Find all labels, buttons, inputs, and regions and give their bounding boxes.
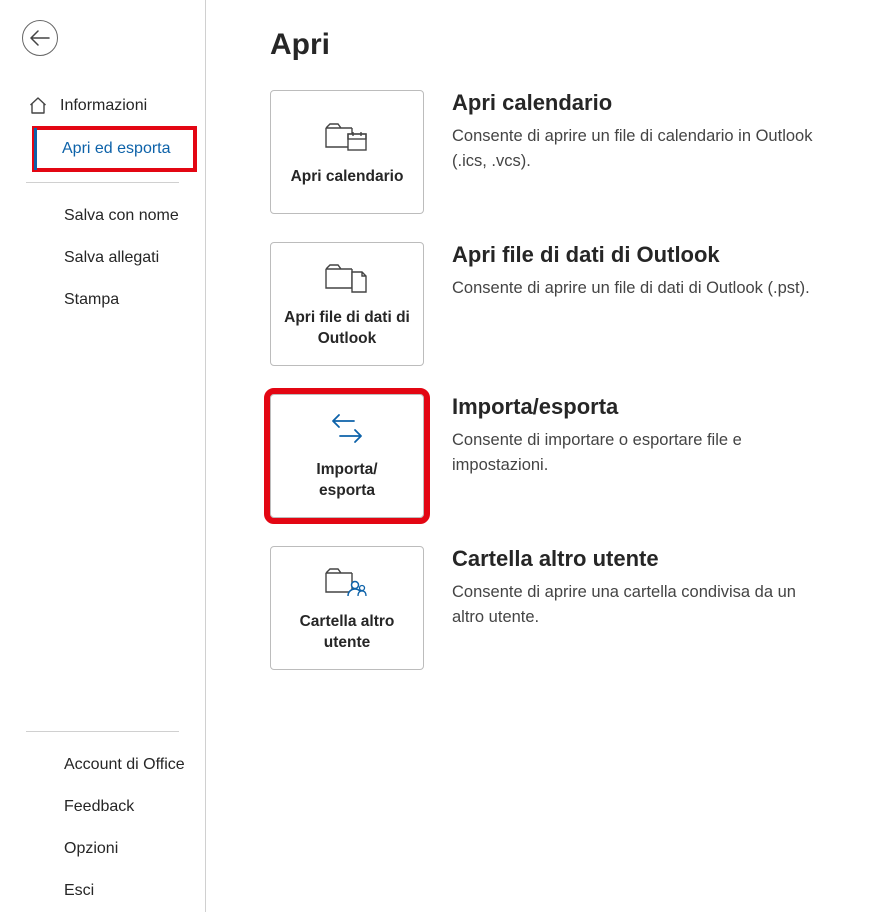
tile-row: Importa/ esporta Importa/esporta Consent…	[270, 394, 845, 518]
tile-description: Apri calendario Consente di aprire un fi…	[452, 90, 845, 174]
sidebar-nav-bottom: Account di Office Feedback Opzioni Esci	[0, 744, 205, 912]
tile-import-export[interactable]: Importa/ esporta	[270, 394, 424, 518]
tile-other-user-folder[interactable]: Cartella altro utente	[270, 546, 424, 670]
main-panel: Apri Apri calendario Apri calendario Con…	[206, 0, 885, 912]
sidebar-item-feedback[interactable]: Feedback	[0, 786, 205, 828]
tile-label: Apri file di dati di Outlook	[281, 308, 413, 350]
page-title: Apri	[270, 28, 845, 62]
sidebar-nav-top: Informazioni Apri ed esporta Salva con n…	[0, 84, 205, 321]
sidebar-item-label: Apri ed esporta	[62, 140, 171, 158]
tile-title: Importa/esporta	[452, 394, 845, 420]
sidebar-item-open-export[interactable]: Apri ed esporta	[34, 128, 195, 170]
arrows-icon	[324, 410, 370, 450]
divider	[26, 182, 179, 183]
tile-text: Consente di aprire un file di calendario…	[452, 124, 832, 174]
tile-label: Apri calendario	[291, 167, 404, 188]
tile-description: Cartella altro utente Consente di aprire…	[452, 546, 845, 630]
tile-title: Apri file di dati di Outlook	[452, 242, 845, 268]
tile-description: Importa/esporta Consente di importare o …	[452, 394, 845, 478]
sidebar-item-label: Account di Office	[64, 756, 185, 774]
tile-description: Apri file di dati di Outlook Consente di…	[452, 242, 845, 301]
sidebar: Informazioni Apri ed esporta Salva con n…	[0, 0, 206, 912]
sidebar-item-label: Esci	[64, 882, 94, 900]
spacer	[0, 321, 205, 719]
divider	[26, 731, 179, 732]
tile-title: Apri calendario	[452, 90, 845, 116]
sidebar-item-label: Salva con nome	[64, 207, 179, 225]
sidebar-item-account[interactable]: Account di Office	[0, 744, 205, 786]
sidebar-item-print[interactable]: Stampa	[0, 279, 205, 321]
tile-text: Consente di aprire una cartella condivis…	[452, 580, 832, 630]
tile-row: Apri calendario Apri calendario Consente…	[270, 90, 845, 214]
folder-user-icon	[324, 562, 370, 602]
tile-open-calendar[interactable]: Apri calendario	[270, 90, 424, 214]
sidebar-item-save-attachments[interactable]: Salva allegati	[0, 237, 205, 279]
sidebar-item-label: Informazioni	[60, 97, 147, 115]
tile-row: Apri file di dati di Outlook Apri file d…	[270, 242, 845, 366]
tile-text: Consente di importare o esportare file e…	[452, 428, 832, 478]
sidebar-item-label: Salva allegati	[64, 249, 159, 267]
sidebar-item-exit[interactable]: Esci	[0, 870, 205, 912]
sidebar-item-options[interactable]: Opzioni	[0, 828, 205, 870]
tile-text: Consente di aprire un file di dati di Ou…	[452, 276, 832, 301]
sidebar-item-label: Opzioni	[64, 840, 118, 858]
sidebar-item-label: Feedback	[64, 798, 134, 816]
sidebar-item-label: Stampa	[64, 291, 119, 309]
home-icon	[28, 96, 48, 116]
arrow-left-icon	[30, 30, 50, 46]
tile-title: Cartella altro utente	[452, 546, 845, 572]
tile-label: Cartella altro utente	[281, 612, 413, 654]
sidebar-item-info[interactable]: Informazioni	[0, 84, 205, 128]
tile-label: Importa/ esporta	[316, 460, 377, 502]
tile-open-data-file[interactable]: Apri file di dati di Outlook	[270, 242, 424, 366]
folder-file-icon	[324, 258, 370, 298]
folder-calendar-icon	[324, 117, 370, 157]
sidebar-item-save-as[interactable]: Salva con nome	[0, 195, 205, 237]
back-button[interactable]	[22, 20, 58, 56]
tile-row: Cartella altro utente Cartella altro ute…	[270, 546, 845, 670]
